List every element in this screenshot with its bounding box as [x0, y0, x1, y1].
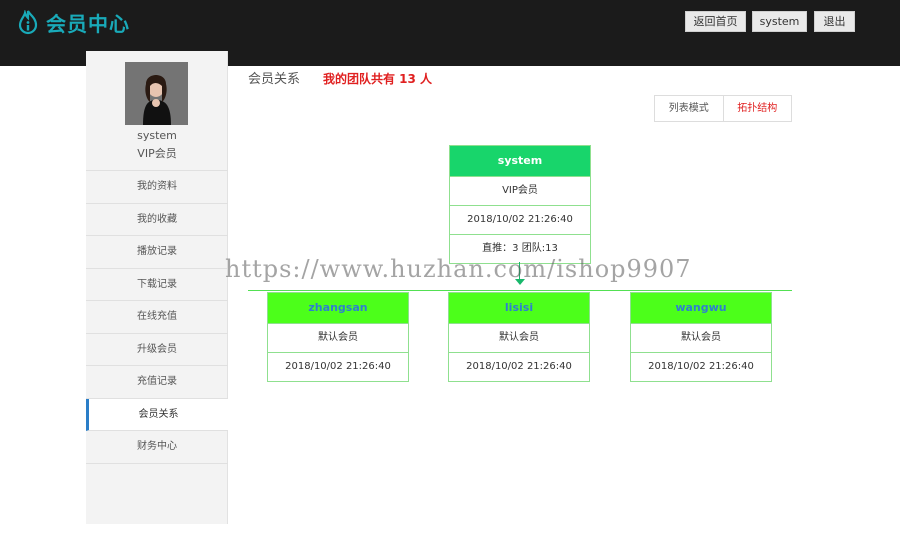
child-member-card[interactable]: zhangsan 默认会员 2018/10/02 21:26:40 [267, 292, 409, 382]
root-member-date: 2018/10/02 21:26:40 [450, 205, 590, 234]
root-member-level: VIP会员 [450, 176, 590, 205]
avatar [125, 62, 188, 125]
child-member-date: 2018/10/02 21:26:40 [449, 352, 589, 381]
logout-button[interactable]: 退出 [814, 11, 855, 32]
tree-connector-horizontal [248, 290, 792, 291]
watermark-text: https://www.huzhan.com/ishop9907 [225, 255, 692, 283]
sidebar: system VIP会员 我的资料 我的收藏 播放记录 下载记录 在线充值 升级… [86, 51, 228, 524]
logo-text: 会员中心 [46, 12, 130, 36]
sidebar-menu: 我的资料 我的收藏 播放记录 下载记录 在线充值 升级会员 充值记录 会员关系 … [86, 170, 228, 464]
sidebar-item-finance[interactable]: 财务中心 [86, 431, 228, 464]
sidebar-item-play-history[interactable]: 播放记录 [86, 236, 228, 269]
root-member-name: system [450, 146, 590, 176]
child-member-date: 2018/10/02 21:26:40 [631, 352, 771, 381]
tab-topology[interactable]: 拓扑结构 [724, 96, 792, 121]
sidebar-item-favorites[interactable]: 我的收藏 [86, 204, 228, 236]
child-member-card[interactable]: lisisi 默认会员 2018/10/02 21:26:40 [448, 292, 590, 382]
child-member-card[interactable]: wangwu 默认会员 2018/10/02 21:26:40 [630, 292, 772, 382]
sidebar-item-recharge-history[interactable]: 充值记录 [86, 366, 228, 399]
sidebar-item-online-recharge[interactable]: 在线充值 [86, 301, 228, 334]
child-member-level: 默认会员 [449, 323, 589, 352]
sidebar-item-member-relations[interactable]: 会员关系 [86, 398, 228, 431]
child-member-date: 2018/10/02 21:26:40 [268, 352, 408, 381]
site-logo[interactable]: 会员中心 [16, 8, 130, 37]
sidebar-user-level: VIP会员 [137, 147, 177, 160]
tab-list-mode[interactable]: 列表模式 [655, 96, 724, 121]
view-toggle: 列表模式 拓扑结构 [654, 95, 792, 122]
sidebar-username: system [137, 129, 177, 142]
child-member-name: lisisi [449, 293, 589, 323]
back-home-button[interactable]: 返回首页 [685, 11, 746, 32]
root-member-card[interactable]: system VIP会员 2018/10/02 21:26:40 直推：3 团队… [449, 145, 591, 264]
sidebar-item-upgrade[interactable]: 升级会员 [86, 334, 228, 366]
child-member-level: 默认会员 [268, 323, 408, 352]
page-title: 会员关系 [248, 72, 301, 87]
child-member-name: wangwu [631, 293, 771, 323]
child-member-level: 默认会员 [631, 323, 771, 352]
team-count: 我的团队共有 13 人 [323, 72, 433, 86]
avatar-image [125, 62, 188, 125]
user-button[interactable]: system [752, 11, 807, 32]
sidebar-item-profile[interactable]: 我的资料 [86, 171, 228, 204]
info-flame-icon [18, 9, 38, 34]
child-member-name: zhangsan [268, 293, 408, 323]
sidebar-item-download-history[interactable]: 下载记录 [86, 269, 228, 301]
